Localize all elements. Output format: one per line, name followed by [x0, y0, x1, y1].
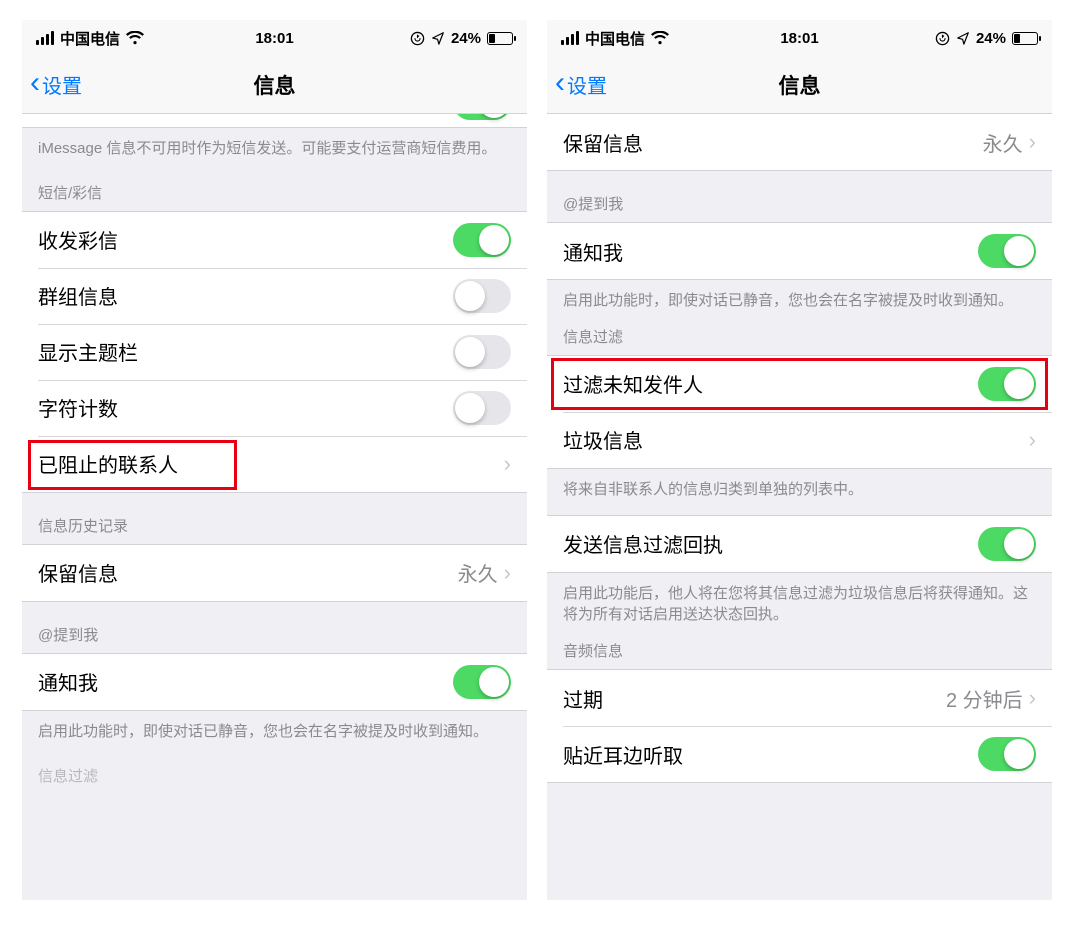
row-group-messaging[interactable]: 群组信息 [22, 268, 527, 324]
chevron-right-icon: › [1029, 685, 1036, 711]
label-mms: 收发彩信 [38, 225, 118, 254]
phone-right: 中国电信 18:01 24% ‹ 设置 信息 [547, 20, 1052, 900]
section-header-mentions: @提到我 [22, 602, 527, 653]
chevron-right-icon: › [1029, 427, 1036, 453]
toggle-filter-unknown[interactable] [978, 367, 1036, 401]
label-blocked: 已阻止的联系人 [38, 449, 178, 478]
page-title: 信息 [22, 70, 527, 100]
row-character-count[interactable]: 字符计数 [22, 380, 527, 436]
status-bar: 中国电信 18:01 24% [547, 20, 1052, 56]
label-subject: 显示主题栏 [38, 337, 138, 366]
toggle-subject[interactable] [453, 335, 511, 369]
toggle-mms[interactable] [453, 223, 511, 257]
section-header-sms: 短信/彩信 [22, 160, 527, 211]
label-charcount: 字符计数 [38, 393, 118, 422]
value-expire: 2 分钟后 [946, 684, 1023, 713]
label-notify-me: 通知我 [38, 667, 98, 696]
row-junk[interactable]: 垃圾信息 › [547, 412, 1052, 468]
battery-icon [1012, 32, 1038, 45]
toggle-notify-me[interactable] [453, 665, 511, 699]
status-time: 18:01 [22, 30, 527, 47]
label-send-receipt: 发送信息过滤回执 [563, 529, 723, 558]
section-header-filter-partial: 信息过滤 [22, 743, 527, 786]
imessage-fallback-note: iMessage 信息不可用时作为短信发送。可能要支付运营商短信费用。 [22, 128, 527, 160]
row-raise-to-listen[interactable]: 贴近耳边听取 [547, 726, 1052, 782]
status-bar: 中国电信 18:01 24% [22, 20, 527, 56]
section-header-history: 信息历史记录 [22, 493, 527, 544]
nav-bar: ‹ 设置 信息 [22, 56, 527, 114]
toggle-charcount[interactable] [453, 391, 511, 425]
row-mms[interactable]: 收发彩信 [22, 212, 527, 268]
chevron-right-icon: › [504, 560, 511, 586]
battery-icon [487, 32, 513, 45]
label-keep: 保留信息 [38, 558, 118, 587]
label-filter-unknown: 过滤未知发件人 [563, 369, 703, 398]
section-header-filtering: 信息过滤 [547, 312, 1052, 355]
label-expire: 过期 [563, 684, 603, 713]
page-title: 信息 [547, 70, 1052, 100]
row-notify-me[interactable]: 通知我 [22, 654, 527, 710]
row-filter-unknown-senders[interactable]: 过滤未知发件人 [547, 356, 1052, 412]
label-notify-me: 通知我 [563, 237, 623, 266]
label-junk: 垃圾信息 [563, 425, 643, 454]
filter-note: 将来自非联系人的信息归类到单独的列表中。 [547, 469, 1052, 501]
row-notify-me[interactable]: 通知我 [547, 223, 1052, 279]
label-raise: 贴近耳边听取 [563, 740, 683, 769]
toggle-group[interactable] [453, 279, 511, 313]
toggle-raise[interactable] [978, 737, 1036, 771]
send-receipt-note: 启用此功能后，他人将在您将其信息过滤为垃圾信息后将获得通知。这将为所有对话启用送… [547, 573, 1052, 627]
section-header-mentions: @提到我 [547, 171, 1052, 222]
nav-bar: ‹ 设置 信息 [547, 56, 1052, 114]
value-keep: 永久 [458, 558, 498, 587]
chevron-right-icon: › [1029, 129, 1036, 155]
partial-row-top [22, 114, 527, 128]
label-group: 群组信息 [38, 281, 118, 310]
phone-left: 中国电信 18:01 24% ‹ 设置 信息 [22, 20, 527, 900]
status-time: 18:01 [547, 30, 1052, 47]
row-blocked-contacts[interactable]: 已阻止的联系人 › [22, 436, 527, 492]
row-send-filter-receipt[interactable]: 发送信息过滤回执 [547, 516, 1052, 572]
row-keep-messages[interactable]: 保留信息 永久 › [22, 545, 527, 601]
label-keep: 保留信息 [563, 128, 643, 157]
value-keep: 永久 [983, 128, 1023, 157]
notify-me-note: 启用此功能时，即使对话已静音，您也会在名字被提及时收到通知。 [22, 711, 527, 743]
notify-me-note: 启用此功能时，即使对话已静音，您也会在名字被提及时收到通知。 [547, 280, 1052, 312]
toggle-send-as-sms-partial[interactable] [453, 114, 511, 120]
row-keep-messages[interactable]: 保留信息 永久 › [547, 114, 1052, 170]
row-subject-field[interactable]: 显示主题栏 [22, 324, 527, 380]
toggle-notify-me[interactable] [978, 234, 1036, 268]
section-header-audio: 音频信息 [547, 626, 1052, 669]
toggle-send-receipt[interactable] [978, 527, 1036, 561]
row-audio-expire[interactable]: 过期 2 分钟后 › [547, 670, 1052, 726]
chevron-right-icon: › [504, 451, 511, 477]
